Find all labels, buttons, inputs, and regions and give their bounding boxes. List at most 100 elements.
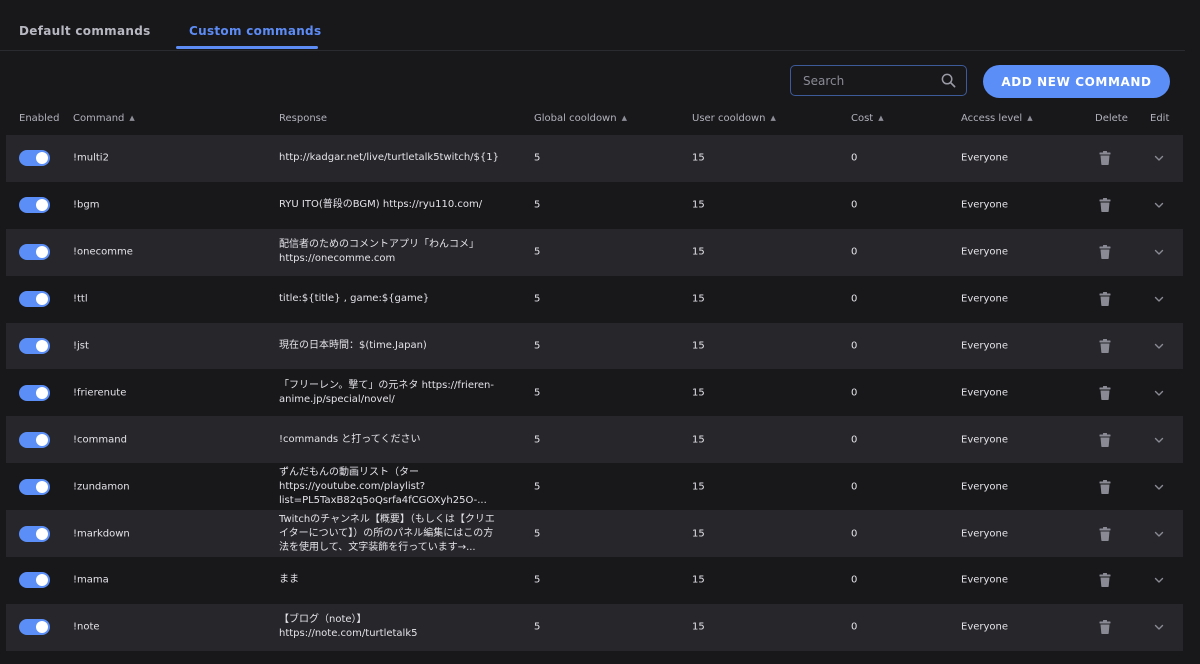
command-response: !commands と打ってください — [279, 433, 421, 445]
chevron-down-icon[interactable] — [1154, 576, 1164, 587]
column-header-user-cooldown[interactable]: User cooldown ▲ — [692, 113, 776, 124]
cost-value: 0 — [851, 199, 858, 211]
add-new-command-button[interactable]: ADD NEW COMMAND — [983, 65, 1170, 98]
command-name: !markdown — [73, 528, 130, 540]
chevron-down-icon[interactable] — [1154, 154, 1164, 165]
enabled-toggle[interactable] — [19, 338, 50, 354]
global-cooldown-value: 5 — [534, 574, 541, 586]
table-row: !mama まま 5 15 0 Everyone — [6, 557, 1183, 604]
cost-value: 0 — [851, 152, 858, 164]
enabled-toggle[interactable] — [19, 572, 50, 589]
enabled-toggle[interactable] — [19, 197, 50, 214]
user-cooldown-value: 15 — [692, 528, 705, 540]
cost-value: 0 — [851, 434, 858, 446]
global-cooldown-value: 5 — [534, 152, 541, 164]
chevron-down-icon[interactable] — [1154, 295, 1164, 306]
tab-custom-commands[interactable]: Custom commands — [189, 24, 321, 38]
search-input[interactable] — [803, 73, 933, 89]
enabled-toggle[interactable] — [19, 150, 50, 167]
column-header-cost[interactable]: Cost ▲ — [851, 113, 884, 124]
command-response: 「フリーレン。撃て」の元ネタ https://frieren-anime.jp/… — [279, 379, 494, 405]
access-level-value: Everyone — [961, 621, 1009, 633]
trash-icon[interactable] — [1099, 245, 1111, 262]
chevron-down-icon[interactable] — [1154, 436, 1164, 447]
search-box[interactable] — [790, 65, 967, 96]
access-level-value: Everyone — [961, 152, 1009, 164]
enabled-toggle[interactable] — [19, 244, 50, 261]
enabled-toggle[interactable] — [19, 384, 50, 401]
active-tab-indicator — [176, 46, 318, 49]
command-response: title:${title} , game:${game} — [279, 293, 430, 305]
trash-icon[interactable] — [1099, 526, 1111, 544]
column-header-access-level[interactable]: Access level ▲ — [961, 113, 1033, 124]
table-row: !ttl title:${title} , game:${game} 5 15 … — [6, 275, 1183, 323]
trash-icon[interactable] — [1099, 339, 1111, 356]
access-level-value: Everyone — [961, 434, 1009, 446]
command-response: 配信者のためのコメントアプリ「わんコメ」 https://onecomme.co… — [279, 239, 479, 265]
trash-icon[interactable] — [1099, 385, 1111, 403]
user-cooldown-value: 15 — [692, 340, 705, 352]
chevron-down-icon[interactable] — [1154, 530, 1164, 541]
access-level-value: Everyone — [961, 340, 1009, 352]
trash-icon[interactable] — [1099, 198, 1111, 215]
command-response: まま — [279, 574, 299, 586]
chevron-down-icon[interactable] — [1154, 201, 1164, 212]
access-level-value: Everyone — [961, 293, 1009, 305]
command-response: 【ブログ（note）】 https://note.com/turtletalk5 — [279, 614, 418, 640]
table-row: !markdown Twitchのチャンネル【概要】（もしくは【クリエイターにつ… — [6, 510, 1183, 558]
command-response: 現在の日本時間：$(time.Japan) — [279, 340, 427, 351]
cost-value: 0 — [851, 621, 858, 633]
tab-default-commands[interactable]: Default commands — [19, 24, 151, 38]
sort-arrow-icon: ▲ — [770, 114, 776, 122]
enabled-toggle[interactable] — [19, 525, 50, 542]
toggle-knob — [36, 480, 48, 493]
global-cooldown-value: 5 — [534, 387, 541, 399]
chevron-down-icon[interactable] — [1154, 623, 1164, 634]
chevron-down-icon[interactable] — [1154, 389, 1164, 400]
trash-icon[interactable] — [1099, 573, 1111, 590]
chevron-down-icon[interactable] — [1154, 342, 1164, 353]
command-response: Twitchのチャンネル【概要】（もしくは【クリエイターについて】）の所のパネル… — [279, 513, 495, 553]
column-header-enabled: Enabled — [19, 113, 60, 124]
enabled-toggle[interactable] — [19, 478, 50, 495]
access-level-value: Everyone — [961, 574, 1009, 586]
enabled-toggle[interactable] — [19, 431, 50, 448]
toggle-knob — [36, 527, 48, 540]
user-cooldown-value: 15 — [692, 293, 705, 305]
search-icon[interactable] — [941, 73, 956, 92]
table-row: !multi2 http://kadgar.net/live/turtletal… — [6, 135, 1183, 182]
user-cooldown-value: 15 — [692, 481, 705, 493]
command-name: !frierenute — [73, 387, 127, 399]
chevron-down-icon[interactable] — [1154, 248, 1164, 259]
column-header-command[interactable]: Command ▲ — [73, 113, 135, 124]
global-cooldown-value: 5 — [534, 528, 541, 540]
trash-icon[interactable] — [1099, 292, 1111, 309]
global-cooldown-value: 5 — [534, 481, 541, 493]
table-row: !command !commands と打ってください 5 15 0 Every… — [6, 416, 1183, 464]
chevron-down-icon[interactable] — [1154, 483, 1164, 494]
enabled-toggle[interactable] — [19, 619, 50, 636]
access-level-value: Everyone — [961, 246, 1009, 258]
toggle-knob — [36, 293, 48, 306]
trash-icon[interactable] — [1099, 479, 1111, 497]
command-name: !ttl — [73, 293, 88, 305]
tab-bar: Default commands Custom commands — [0, 0, 1185, 51]
access-level-value: Everyone — [961, 528, 1009, 540]
command-name: !command — [73, 434, 127, 446]
toggle-knob — [36, 386, 48, 399]
enabled-toggle[interactable] — [19, 291, 50, 308]
column-header-global-cooldown[interactable]: Global cooldown ▲ — [534, 113, 627, 124]
trash-icon[interactable] — [1099, 151, 1111, 168]
trash-icon[interactable] — [1099, 432, 1111, 450]
command-name: !zundamon — [73, 481, 130, 493]
trash-icon[interactable] — [1099, 620, 1111, 637]
cost-value: 0 — [851, 340, 858, 352]
user-cooldown-value: 15 — [692, 199, 705, 211]
cost-value: 0 — [851, 481, 858, 493]
sort-arrow-icon: ▲ — [878, 114, 884, 122]
global-cooldown-value: 5 — [534, 246, 541, 258]
sort-arrow-icon: ▲ — [1027, 114, 1033, 122]
user-cooldown-value: 15 — [692, 246, 705, 258]
table-row: !jst 現在の日本時間：$(time.Japan) 5 15 0 Everyo… — [6, 322, 1183, 370]
global-cooldown-value: 5 — [534, 434, 541, 446]
